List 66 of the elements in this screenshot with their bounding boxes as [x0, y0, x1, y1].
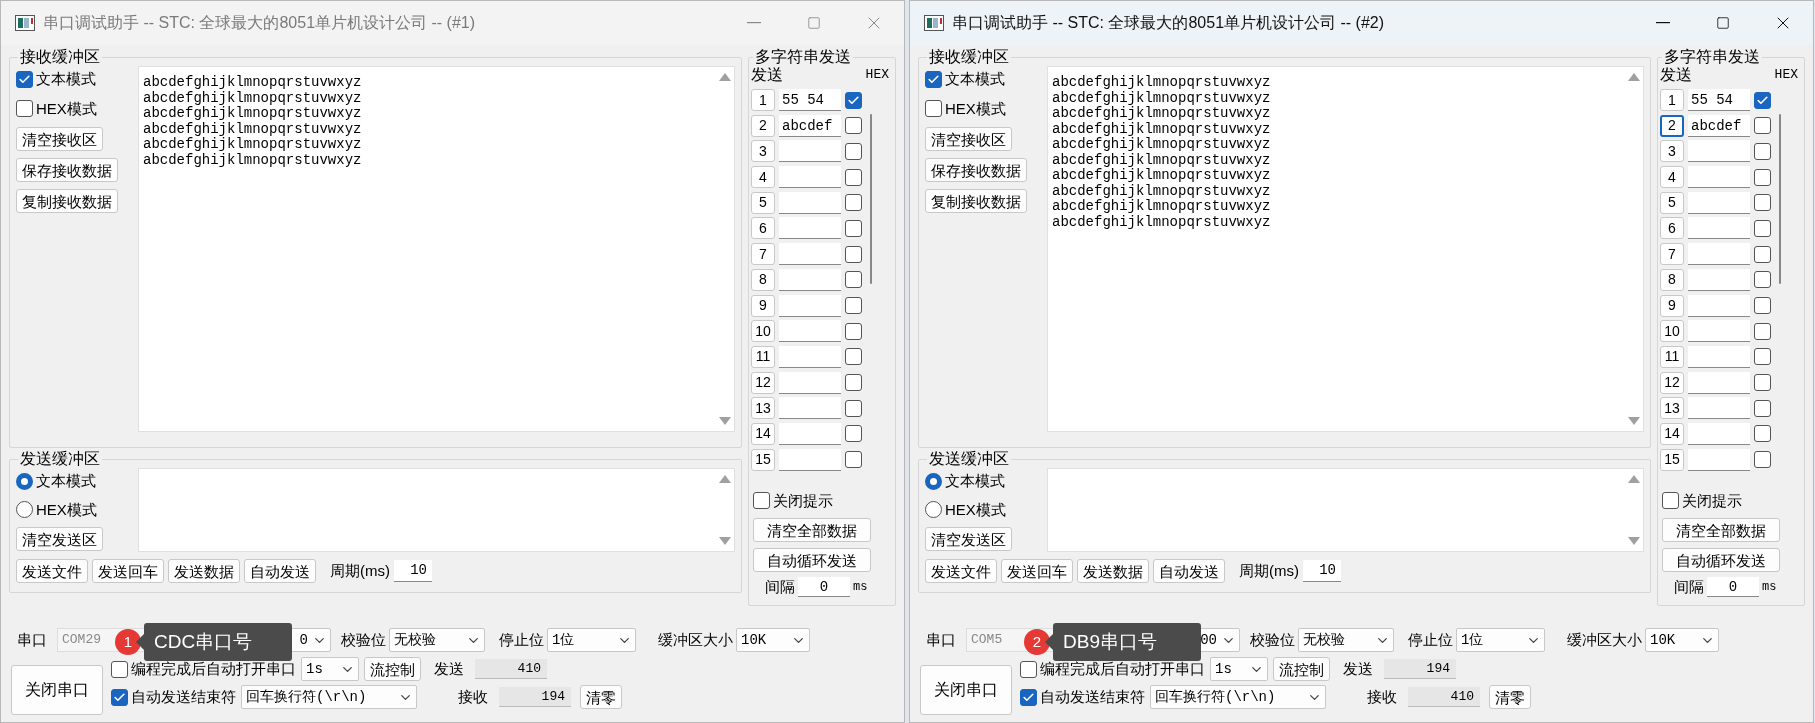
hex-column-header: HEX	[1774, 66, 1798, 84]
radio-label: 文本模式	[945, 471, 1005, 491]
checkbox-label: 编程完成后自动打开串口	[1040, 658, 1205, 679]
tooltip-text: DB9串口号	[1063, 629, 1157, 654]
interval-label: 间隔	[1674, 577, 1704, 598]
received-label: 接收	[458, 686, 488, 707]
group-title: 多字符串发送	[1663, 48, 1761, 66]
group-title: 发送缓冲区	[928, 450, 1010, 468]
buffer-size-label: 缓冲区大小	[658, 629, 733, 650]
received-line: abcdefghijklmnopqrstuvwxyz	[1052, 75, 1271, 91]
period-label: 周期(ms)	[330, 560, 390, 581]
checkbox-label: 文本模式	[945, 69, 1005, 89]
port-label: 串口	[17, 629, 48, 650]
received-line: abcdefghijklmnopqrstuvwxyz	[1052, 152, 1271, 168]
checkbox-label: 关闭提示	[1682, 490, 1742, 511]
group-title: 接收缓冲区	[19, 48, 101, 66]
received-line: abcdefghijklmnopqrstuvwxyz	[1052, 183, 1271, 199]
received-line: abcdefghijklmnopqrstuvwxyz	[1052, 168, 1271, 184]
checkbox-label: 自动发送结束符	[131, 686, 236, 707]
send-column-header: 发送	[1660, 66, 1692, 84]
received-line: abcdefghijklmnopqrstuvwxyz	[1052, 106, 1271, 122]
received-count: 410	[1408, 687, 1480, 707]
parity-label: 校验位	[341, 629, 386, 650]
received-line: abcdefghijklmnopqrstuvwxyz	[143, 106, 362, 122]
hex-column-header: HEX	[865, 66, 889, 84]
interval-unit: ms	[1762, 579, 1777, 597]
received-line: abcdefghijklmnopqrstuvwxyz	[1052, 137, 1271, 153]
group-title: 多字符串发送	[754, 48, 852, 66]
parity-label: 校验位	[1250, 629, 1295, 650]
group-title: 发送缓冲区	[19, 450, 101, 468]
send-column-header: 发送	[751, 66, 783, 84]
received-label: 接收	[1367, 686, 1397, 707]
stop-bits-label: 停止位	[1408, 629, 1453, 650]
received-line: abcdefghijklmnopqrstuvwxyz	[143, 90, 362, 106]
radio-label: HEX模式	[36, 499, 97, 520]
checkbox-label: 关闭提示	[773, 490, 833, 511]
radio-label: HEX模式	[945, 499, 1006, 520]
sent-count: 194	[1384, 659, 1456, 679]
interval-unit: ms	[853, 579, 868, 597]
received-line: abcdefghijklmnopqrstuvwxyz	[1052, 199, 1271, 215]
checkbox-label: 自动发送结束符	[1040, 686, 1145, 707]
tooltip-text: CDC串口号	[154, 629, 253, 654]
received-line: abcdefghijklmnopqrstuvwxyz	[1052, 121, 1271, 137]
received-line: abcdefghijklmnopqrstuvwxyz	[143, 137, 362, 153]
received-line: abcdefghijklmnopqrstuvwxyz	[1052, 90, 1271, 106]
sent-label: 发送	[434, 658, 464, 679]
checkbox-label: HEX模式	[945, 98, 1006, 119]
checkbox-label: HEX模式	[36, 98, 97, 119]
stop-bits-label: 停止位	[499, 629, 544, 650]
buffer-size-label: 缓冲区大小	[1567, 629, 1642, 650]
sent-label: 发送	[1343, 658, 1373, 679]
radio-label: 文本模式	[36, 471, 96, 491]
period-label: 周期(ms)	[1239, 560, 1299, 581]
received-count: 194	[499, 687, 571, 707]
port-label: 串口	[926, 629, 957, 650]
group-title: 接收缓冲区	[928, 48, 1010, 66]
checkbox-label: 文本模式	[36, 69, 96, 89]
received-line: abcdefghijklmnopqrstuvwxyz	[143, 121, 362, 137]
received-line: abcdefghijklmnopqrstuvwxyz	[1052, 214, 1271, 230]
received-line: abcdefghijklmnopqrstuvwxyz	[143, 152, 362, 168]
interval-label: 间隔	[765, 577, 795, 598]
checkbox-label: 编程完成后自动打开串口	[131, 658, 296, 679]
received-line: abcdefghijklmnopqrstuvwxyz	[143, 75, 362, 91]
window-title: 串口调试助手 -- STC: 全球最大的8051单片机设计公司 -- (#2)	[952, 13, 1386, 33]
window-title: 串口调试助手 -- STC: 全球最大的8051单片机设计公司 -- (#1)	[43, 13, 477, 33]
sent-count: 410	[475, 659, 547, 679]
